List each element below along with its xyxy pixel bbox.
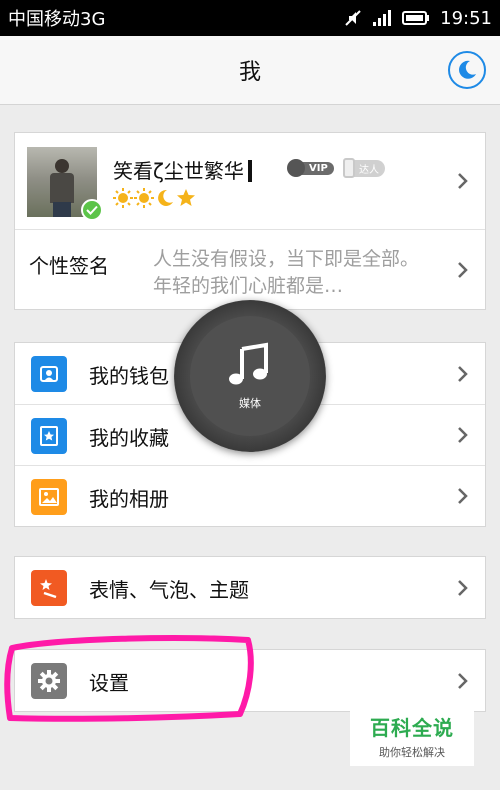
sun-icon bbox=[134, 188, 154, 208]
menu-item-label: 我的相册 bbox=[89, 487, 169, 511]
chevron-right-icon bbox=[458, 261, 468, 278]
title-bar: 我 bbox=[0, 36, 500, 105]
menu-item-label: 设置 bbox=[89, 671, 129, 695]
signal-icon bbox=[372, 9, 392, 27]
menu-group-3: 设置 bbox=[14, 649, 486, 712]
chevron-right-icon bbox=[458, 365, 468, 382]
moon-icon bbox=[459, 60, 476, 79]
media-label: 媒体 bbox=[239, 397, 261, 410]
profile-row[interactable]: 笑看ζ尘世繁华 VIP 达人 bbox=[15, 133, 485, 229]
daren-icon bbox=[343, 158, 355, 178]
menu-item-settings[interactable]: 设置 bbox=[15, 650, 485, 711]
signature-row[interactable]: 个性签名 人生没有假设，当下即是全部。年轻的我们心脏都是… bbox=[15, 229, 485, 309]
music-note-icon bbox=[229, 342, 268, 385]
photo-icon bbox=[31, 479, 67, 515]
menu-item-album[interactable]: 我的相册 bbox=[15, 465, 485, 526]
chevron-right-icon bbox=[458, 173, 468, 189]
media-floating-button[interactable]: 媒体 bbox=[174, 300, 326, 452]
magic-wand-icon bbox=[31, 570, 67, 606]
profile-card: 笑看ζ尘世繁华 VIP 达人 个性签名 人生没有假设，当下即是全部。年轻的我们心… bbox=[14, 132, 486, 310]
level-icons bbox=[113, 188, 196, 208]
vip-badge[interactable]: VIP bbox=[287, 157, 334, 179]
gear-icon bbox=[31, 663, 67, 699]
battery-icon bbox=[402, 10, 430, 26]
moon-icon bbox=[158, 189, 173, 206]
menu-group-2: 表情、气泡、主题 bbox=[14, 556, 486, 619]
menu-item-label: 表情、气泡、主题 bbox=[89, 578, 249, 602]
status-bar: 中国移动3G 19:51 bbox=[0, 0, 500, 36]
wallet-icon bbox=[31, 356, 67, 392]
chevron-right-icon bbox=[458, 427, 468, 443]
clock: 19:51 bbox=[440, 7, 492, 29]
chevron-right-icon bbox=[458, 488, 468, 504]
star-icon bbox=[31, 418, 67, 454]
menu-item-label: 我的收藏 bbox=[89, 426, 169, 450]
menu-item-themes[interactable]: 表情、气泡、主题 bbox=[15, 557, 485, 618]
verified-check-icon bbox=[81, 199, 103, 221]
status-icons: 19:51 bbox=[344, 8, 492, 29]
vip-icon bbox=[287, 159, 305, 177]
night-mode-button[interactable] bbox=[448, 51, 486, 89]
daren-badge[interactable]: 达人 bbox=[343, 157, 385, 179]
avatar bbox=[27, 147, 103, 221]
chevron-right-icon bbox=[458, 579, 468, 596]
watermark-subtitle: 助你轻松解决 bbox=[379, 746, 445, 759]
signature-text: 人生没有假设，当下即是全部。年轻的我们心脏都是… bbox=[153, 248, 420, 297]
signature-label: 个性签名 bbox=[29, 254, 109, 278]
watermark-title: 百科全说 bbox=[370, 716, 454, 740]
sun-icon bbox=[113, 188, 133, 208]
watermark: 百科全说 助你轻松解决 bbox=[350, 706, 474, 766]
page-title: 我 bbox=[238, 60, 261, 85]
carrier-name: 中国移动3G bbox=[8, 9, 106, 30]
menu-item-label: 我的钱包 bbox=[89, 364, 169, 388]
nickname: 笑看ζ尘世繁华 bbox=[113, 155, 252, 184]
mute-icon bbox=[344, 9, 362, 27]
chevron-right-icon bbox=[458, 672, 468, 689]
star-icon bbox=[177, 189, 195, 206]
